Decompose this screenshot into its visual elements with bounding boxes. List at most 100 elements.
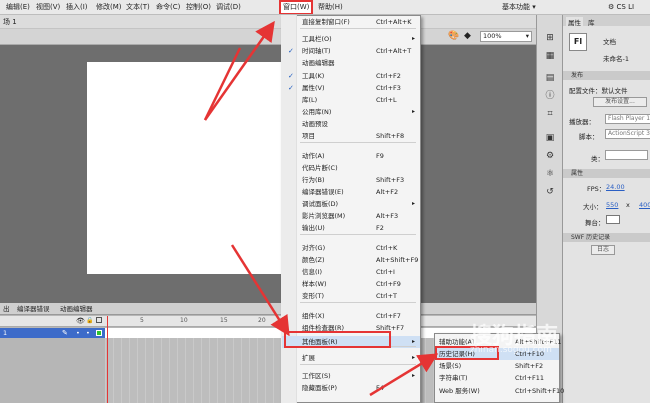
menu-debug[interactable]: 调试(D): [214, 0, 243, 14]
zoom-value: 100%: [483, 32, 502, 40]
menu-insert[interactable]: 插入(I): [64, 0, 90, 14]
menu-item-shortcut: Ctrl+K: [376, 244, 398, 252]
submenu-item[interactable]: 场景(S) Shift+F2: [435, 360, 559, 372]
class-input[interactable]: [605, 150, 648, 160]
submenu-item[interactable]: 字符串(T) Ctrl+F11: [435, 372, 559, 384]
tab-output[interactable]: 出: [0, 304, 13, 315]
menu-item-shortcut: Ctrl+I: [376, 268, 395, 276]
window-menu-item[interactable]: 调试面板(D) ▸: [282, 198, 420, 210]
menu-edit[interactable]: 编辑(E): [4, 0, 32, 14]
window-menu-item[interactable]: 代码片断(C): [282, 162, 420, 174]
lock-dot-icon[interactable]: •: [86, 328, 90, 338]
code-icon[interactable]: ⚙: [544, 151, 556, 162]
window-menu-item[interactable]: 对齐(G) Ctrl+K: [282, 242, 420, 254]
submenu-arrow-icon: ▸: [411, 108, 415, 115]
window-menu-item[interactable]: 颜色(Z) Alt+Shift+F9: [282, 254, 420, 266]
menu-window[interactable]: 窗口(W): [279, 0, 314, 14]
menu-item-label: 变形(T): [302, 292, 325, 300]
window-menu-item[interactable]: 直接复制窗口(F) Ctrl+Alt+K: [282, 16, 420, 28]
visible-dot-icon[interactable]: •: [76, 328, 80, 338]
menu-separator: [300, 364, 416, 365]
stage-canvas[interactable]: [87, 62, 287, 274]
window-menu-item[interactable]: ✓ 工具(K) Ctrl+F2: [282, 70, 420, 82]
window-menu-item[interactable]: 输出(U) F2: [282, 222, 420, 234]
swatch-icon[interactable]: ▤: [544, 73, 556, 84]
edit-symbol-icon[interactable]: ◆: [464, 31, 471, 41]
window-menu-item[interactable]: 动画预设: [282, 118, 420, 130]
window-menu-item[interactable]: 变形(T) Ctrl+T: [282, 290, 420, 302]
menu-item-label: 影片浏览器(M): [302, 212, 346, 220]
menu-commands[interactable]: 命令(C): [154, 0, 182, 14]
transform-icon[interactable]: ⌗: [544, 109, 556, 120]
outline-icon[interactable]: [96, 317, 102, 323]
workspace-switcher[interactable]: 基本功能 ▾: [500, 0, 538, 14]
zoom-select[interactable]: 100% ▾: [480, 31, 532, 42]
info-icon[interactable]: ⓘ: [544, 91, 556, 102]
tab-library[interactable]: 库: [588, 17, 595, 27]
layer-1[interactable]: 1 ✎ • •: [0, 328, 105, 338]
window-menu-item[interactable]: ✓ 属性(V) Ctrl+F3: [282, 82, 420, 94]
timeline-tabs: 出 编译器错误 动画编辑器: [0, 303, 536, 315]
fps-value[interactable]: 24.00: [606, 183, 625, 191]
submenu-item[interactable]: Web 服务(W) Ctrl+Shift+F10: [435, 385, 564, 397]
menu-view[interactable]: 视图(V): [34, 0, 62, 14]
playhead[interactable]: [107, 316, 108, 403]
edit-scene-icon[interactable]: 🎨: [448, 31, 459, 41]
window-menu-item[interactable]: 工作区(S) ▸: [282, 370, 420, 382]
properties-panel: 属性 库 Fl 文档 未命名-1 发布 配置文件：默认文件 发布设置... 播放…: [562, 15, 650, 403]
lock-icon[interactable]: 🔒: [86, 317, 93, 324]
library-icon[interactable]: ▣: [544, 133, 556, 144]
history-icon[interactable]: ↺: [544, 187, 556, 198]
tab-properties[interactable]: 属性: [566, 17, 583, 27]
player-field[interactable]: Flash Player 10: [605, 114, 650, 124]
frame-ruler[interactable]: 👁 🔒 5 10 15 20 25 30 35: [0, 316, 536, 327]
eye-icon[interactable]: 👁: [76, 317, 85, 325]
window-menu-item[interactable]: 公用库(N) ▸: [282, 106, 420, 118]
menu-item-label: 直接复制窗口(F): [302, 18, 350, 26]
window-menu-item[interactable]: 库(L) Ctrl+L: [282, 94, 420, 106]
menu-item-label: 动画预设: [302, 120, 328, 128]
component-icon[interactable]: ⚛: [544, 169, 556, 180]
window-menu-item[interactable]: 行为(B) Shift+F3: [282, 174, 420, 186]
size-label: 大小：: [583, 203, 603, 211]
window-menu-item[interactable]: ✓ 时间轴(T) Ctrl+Alt+T: [282, 45, 420, 57]
menu-item-shortcut: Shift+F8: [376, 132, 405, 140]
menu-item-shortcut: Alt+Shift+F9: [376, 256, 419, 264]
tab-motion-editor[interactable]: 动画编辑器: [57, 304, 96, 315]
stage-color-swatch[interactable]: [606, 215, 620, 224]
script-field[interactable]: ActionScript 3.0: [605, 129, 650, 139]
menu-item-label: 公用库(N): [302, 108, 332, 116]
menu-text[interactable]: 文本(T): [124, 0, 152, 14]
height-value[interactable]: 400: [639, 201, 650, 209]
window-menu-item[interactable]: 影片浏览器(M) Alt+F3: [282, 210, 420, 222]
scene-tab[interactable]: 场 1: [3, 17, 17, 27]
window-menu-item[interactable]: 信息(I) Ctrl+I: [282, 266, 420, 278]
align-panel-icon[interactable]: ⊞: [544, 33, 556, 44]
window-menu-item[interactable]: 组件(X) Ctrl+F7: [282, 310, 420, 322]
layer-name: 1: [3, 329, 8, 337]
log-button[interactable]: 日志: [591, 245, 615, 255]
publish-settings-button[interactable]: 发布设置...: [593, 97, 647, 107]
workspace-label: 基本功能: [502, 3, 530, 11]
cs-live[interactable]: ⚙ CS LI: [606, 0, 636, 14]
layer-color-icon[interactable]: [96, 330, 102, 336]
window-menu-item[interactable]: 工具栏(O) ▸: [282, 33, 420, 45]
menu-help[interactable]: 帮助(H): [316, 0, 345, 14]
tab-compiler-errors[interactable]: 编译器错误: [14, 304, 53, 315]
section-publish[interactable]: 发布: [563, 71, 650, 80]
menu-control[interactable]: 控制(O): [184, 0, 213, 14]
window-menu-item[interactable]: 编译器错误(E) Alt+F2: [282, 186, 420, 198]
chevron-down-icon: ▾: [525, 32, 529, 40]
window-menu-item[interactable]: 样本(W) Ctrl+F9: [282, 278, 420, 290]
width-value[interactable]: 550: [606, 201, 618, 209]
section-properties[interactable]: 属性: [563, 169, 650, 178]
section-swf-history[interactable]: SWF 历史记录: [563, 233, 650, 242]
class-label: 类：: [591, 155, 604, 163]
window-menu-item[interactable]: 动作(A) F9: [282, 150, 420, 162]
menu-modify[interactable]: 修改(M): [94, 0, 124, 14]
window-menu-item[interactable]: 隐藏面板(P) F4: [282, 382, 420, 394]
window-menu-item[interactable]: 扩展 ▸: [282, 352, 420, 364]
color-panel-icon[interactable]: ▦: [544, 51, 556, 62]
window-menu-item[interactable]: 项目 Shift+F8: [282, 130, 420, 142]
window-menu-item[interactable]: 动画编辑器: [282, 57, 420, 69]
